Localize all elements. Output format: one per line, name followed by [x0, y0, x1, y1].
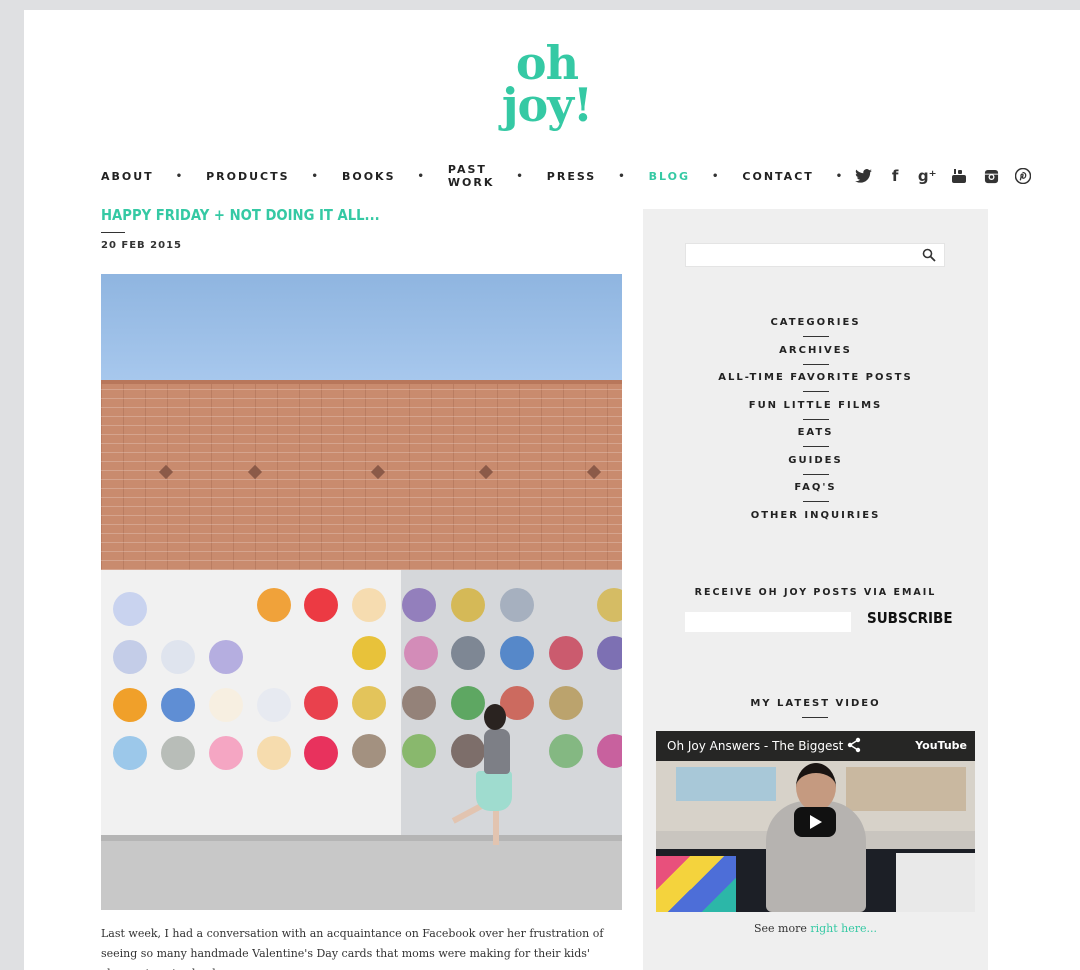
social-links: f g⁺ — [854, 167, 1032, 185]
sidebar-item-eats[interactable]: EATS — [643, 423, 988, 451]
nav-separator: • — [175, 170, 185, 182]
polka-dot — [352, 588, 386, 622]
girl-skirt — [476, 771, 512, 811]
post-body: Last week, I had a conversation with an … — [101, 927, 604, 970]
youtube-icon[interactable] — [950, 167, 968, 185]
polka-dot — [352, 686, 386, 720]
nav-separator: • — [712, 170, 721, 182]
nav-item-contact[interactable]: CONTACT — [742, 170, 813, 183]
nav-separator: • — [311, 170, 320, 182]
video-title-bar: Oh Joy Answers - The Biggest YouTube — [656, 731, 975, 761]
photo-sky — [101, 274, 622, 389]
sidebar-item-categories[interactable]: CATEGORIES — [643, 313, 988, 341]
polka-dot — [352, 734, 386, 768]
polka-dot — [113, 640, 147, 674]
sidebar-item-archives[interactable]: ARCHIVES — [643, 341, 988, 369]
polka-dot — [257, 588, 291, 622]
nav-item-about[interactable]: ABOUT — [101, 170, 154, 183]
polka-dot — [161, 736, 195, 770]
nav-item-press[interactable]: PRESS — [547, 170, 596, 183]
nav-separator: • — [618, 170, 627, 182]
polka-dot — [161, 688, 195, 722]
search-icon[interactable] — [922, 248, 936, 262]
video-scene-frame — [846, 767, 966, 811]
polka-dot — [304, 736, 338, 770]
search-box[interactable] — [685, 243, 945, 267]
polka-dot — [304, 588, 338, 622]
girl-body — [484, 729, 510, 774]
girl-head — [484, 704, 506, 730]
photo-sidewalk — [101, 835, 622, 910]
polka-dot — [304, 686, 338, 720]
sidebar-item-favorite-posts[interactable]: ALL-TIME FAVORITE POSTS — [643, 368, 988, 396]
video-scene-pillow — [656, 856, 736, 912]
sidebar-item-little-films[interactable]: FUN LITTLE FILMS — [643, 396, 988, 424]
nav-separator: • — [835, 170, 845, 182]
category-list: CATEGORIES ARCHIVES ALL-TIME FAVORITE PO… — [643, 313, 988, 533]
girl-leg — [493, 809, 499, 845]
polka-dot — [209, 640, 243, 674]
polka-dot — [352, 636, 386, 670]
share-icon[interactable] — [846, 737, 862, 753]
email-signup-label: RECEIVE OH JOY POSTS VIA EMAIL — [694, 587, 937, 598]
pinterest-icon[interactable] — [1014, 167, 1032, 185]
nav-item-books[interactable]: BOOKS — [342, 170, 396, 183]
title-divider — [101, 232, 125, 233]
polka-dot — [257, 688, 291, 722]
page: oh joy! ABOUT • PRODUCTS • BOOKS • PAST … — [24, 10, 1080, 970]
facebook-icon[interactable]: f — [886, 167, 904, 185]
polka-dot — [113, 592, 147, 626]
play-icon[interactable] — [794, 807, 836, 837]
video-scene-frame — [676, 767, 776, 801]
video-divider — [802, 717, 828, 718]
main-nav: ABOUT • PRODUCTS • BOOKS • PAST WORK • P… — [101, 163, 1032, 189]
youtube-logo[interactable]: YouTube — [915, 731, 967, 761]
see-more-text: See more right here... — [643, 922, 988, 935]
nav-item-blog[interactable]: BLOG — [649, 170, 690, 183]
logo-line2: joy! — [501, 78, 593, 132]
oh-joy-logo[interactable]: oh joy! — [492, 40, 602, 142]
google-plus-icon[interactable]: g⁺ — [918, 167, 937, 185]
nav-separator: • — [417, 170, 426, 182]
nav-separator: • — [516, 170, 525, 182]
photo-brick-ledge — [101, 380, 622, 384]
video-scene-pillow — [896, 853, 975, 912]
photo-curb — [101, 835, 622, 841]
search-input[interactable] — [686, 244, 906, 266]
polka-dot — [257, 736, 291, 770]
latest-video-heading: MY LATEST VIDEO — [750, 698, 881, 709]
post-photo — [101, 274, 622, 910]
polka-dot — [209, 688, 243, 722]
sidebar-item-other-inquiries[interactable]: OTHER INQUIRIES — [643, 506, 988, 534]
subscribe-button[interactable]: SUBSCRIBE — [867, 609, 953, 627]
see-more-link[interactable]: right here... — [810, 922, 877, 935]
sidebar-item-faqs[interactable]: FAQ'S — [643, 478, 988, 506]
video-scene-head — [796, 763, 836, 811]
polka-dot — [113, 736, 147, 770]
photo-brick-wall — [101, 380, 622, 570]
polka-dot — [161, 640, 195, 674]
video-title[interactable]: Oh Joy Answers - The Biggest — [667, 739, 843, 753]
twitter-icon[interactable] — [854, 167, 872, 185]
nav-item-past-work[interactable]: PAST WORK — [448, 163, 494, 189]
polka-dot — [209, 736, 243, 770]
polka-dot — [113, 688, 147, 722]
email-field[interactable] — [685, 612, 851, 632]
sidebar-item-guides[interactable]: GUIDES — [643, 451, 988, 479]
video-player[interactable]: Oh Joy Answers - The Biggest YouTube — [656, 731, 975, 912]
nav-item-products[interactable]: PRODUCTS — [206, 170, 289, 183]
post-title[interactable]: HAPPY FRIDAY + NOT DOING IT ALL... — [101, 206, 380, 224]
see-more-prefix: See more — [753, 922, 811, 935]
instagram-icon[interactable] — [982, 167, 1000, 185]
post-date: 20 FEB 2015 — [101, 240, 182, 251]
sidebar: CATEGORIES ARCHIVES ALL-TIME FAVORITE PO… — [643, 209, 988, 970]
